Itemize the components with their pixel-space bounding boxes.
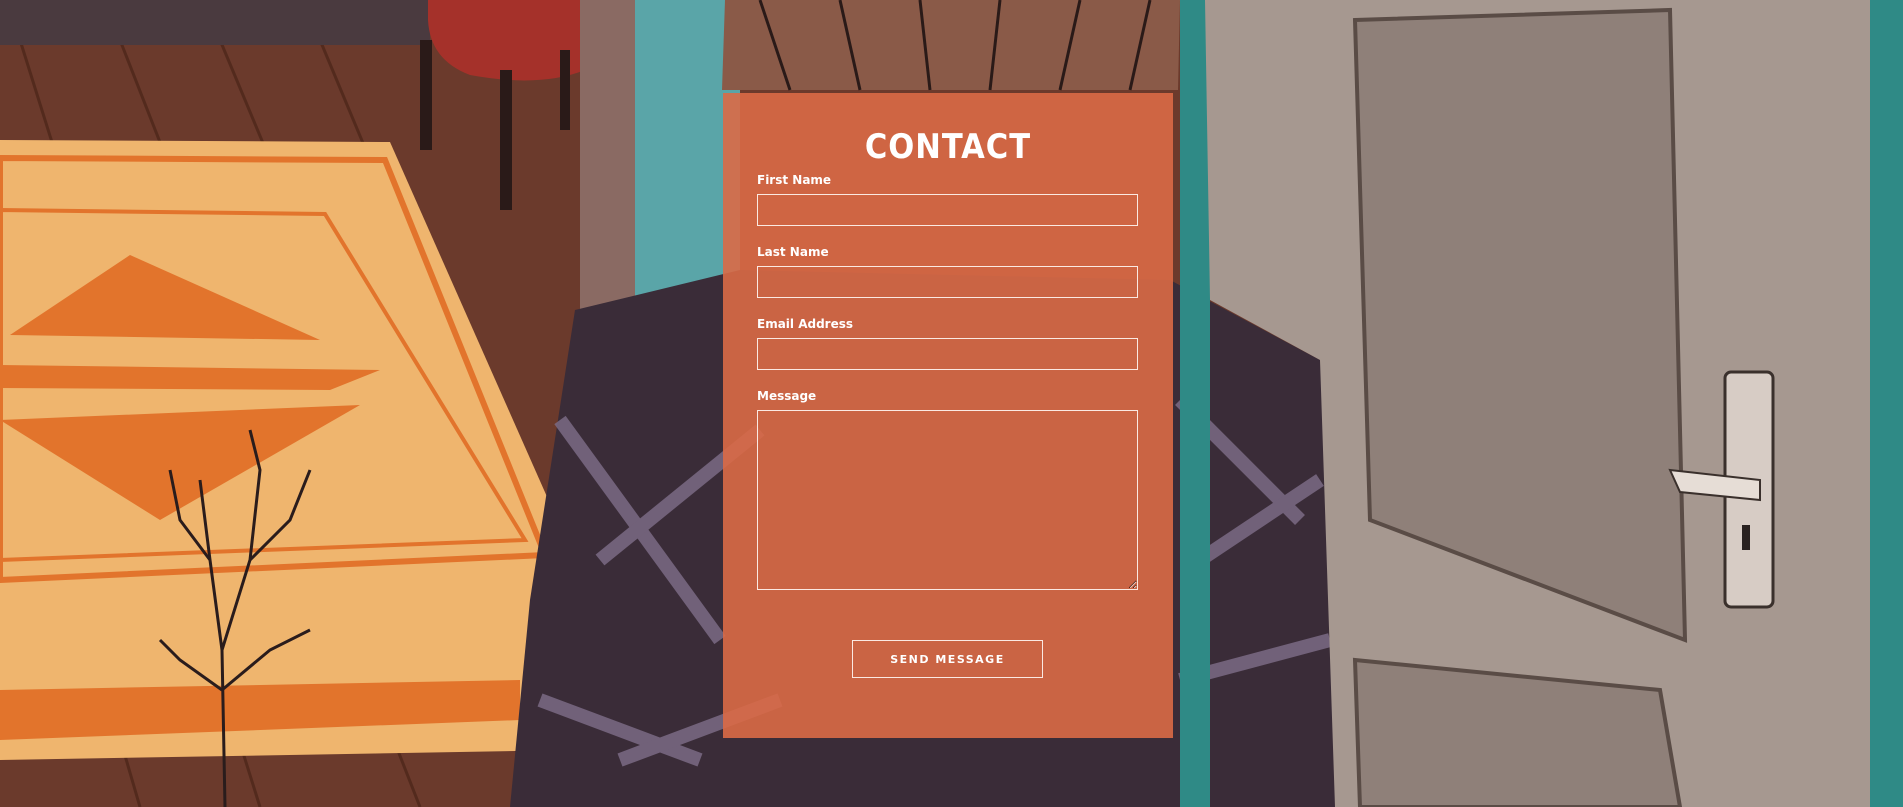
email-address-input[interactable]	[757, 338, 1138, 370]
first-name-label: First Name	[757, 173, 832, 187]
last-name-input[interactable]	[757, 266, 1138, 298]
send-message-button[interactable]: SEND MESSAGE	[852, 640, 1043, 678]
message-textarea[interactable]	[757, 410, 1138, 590]
contact-title: CONTACT	[864, 127, 1032, 167]
last-name-label: Last Name	[757, 245, 829, 259]
message-label: Message	[757, 389, 817, 403]
first-name-input[interactable]	[757, 194, 1138, 226]
contact-form-panel: CONTACT First Name Last Name Email Addre…	[723, 93, 1173, 738]
email-address-label: Email Address	[757, 317, 854, 331]
